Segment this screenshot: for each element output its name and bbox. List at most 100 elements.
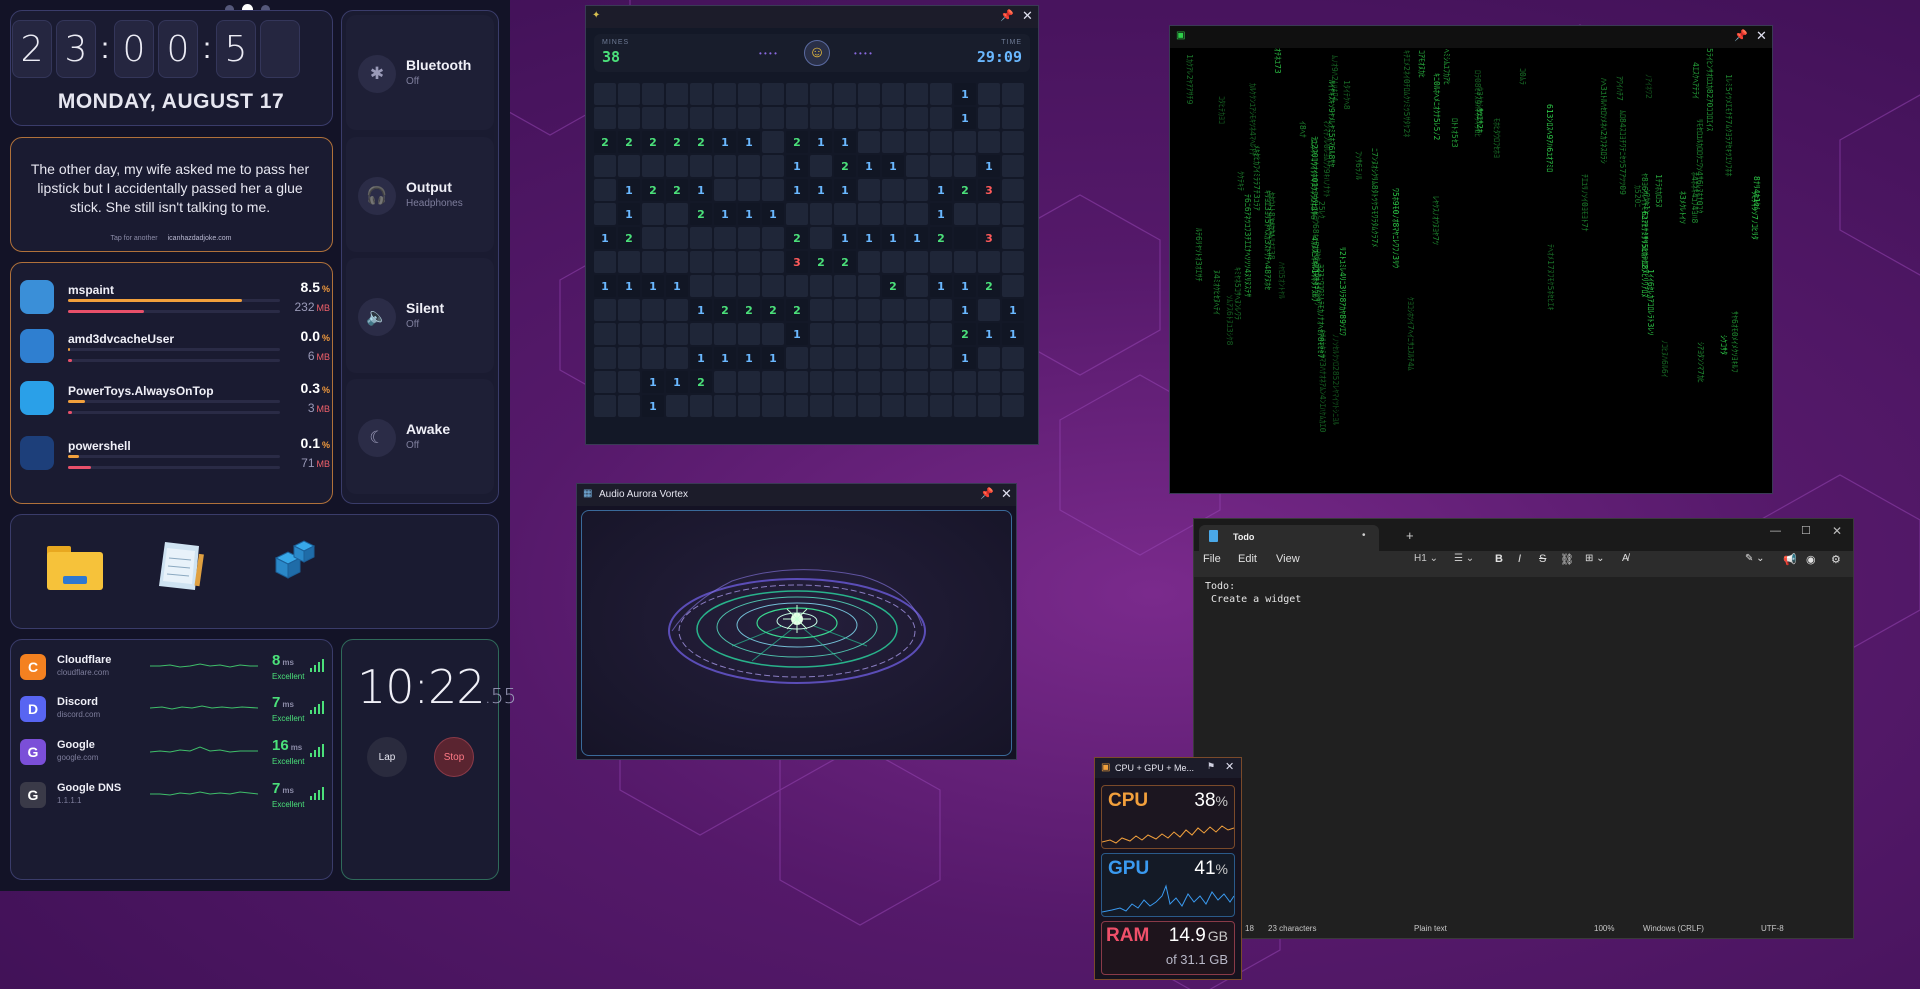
mine-cell[interactable] xyxy=(714,155,736,177)
mine-cell[interactable]: 1 xyxy=(930,275,952,297)
mine-cell[interactable] xyxy=(786,395,808,417)
mine-cell[interactable]: 1 xyxy=(954,299,976,321)
mine-cell[interactable]: 1 xyxy=(834,227,856,249)
bold-icon[interactable]: B xyxy=(1495,553,1503,565)
mine-cell[interactable] xyxy=(762,227,784,249)
mine-cell[interactable]: 1 xyxy=(690,299,712,321)
mine-cell[interactable] xyxy=(714,107,736,129)
mine-cell[interactable]: 1 xyxy=(642,275,664,297)
mine-cell[interactable] xyxy=(642,251,664,273)
mine-cell[interactable]: 2 xyxy=(834,155,856,177)
stop-button[interactable]: Stop xyxy=(434,737,474,777)
mine-cell[interactable]: 1 xyxy=(978,155,1000,177)
mine-cell[interactable] xyxy=(714,83,736,105)
mine-cell[interactable] xyxy=(1002,107,1024,129)
mine-cell[interactable] xyxy=(810,323,832,345)
mine-cell[interactable]: 1 xyxy=(738,131,760,153)
mine-cell[interactable] xyxy=(978,251,1000,273)
new-tab-button[interactable]: + xyxy=(1406,528,1414,543)
joke-footer[interactable]: Tap for another icanhazdadjoke.com xyxy=(10,235,332,242)
strikethrough-icon[interactable]: S xyxy=(1539,553,1546,565)
minimize-button[interactable]: — xyxy=(1770,525,1781,537)
mine-cell[interactable] xyxy=(618,395,640,417)
mine-cell[interactable]: 2 xyxy=(978,275,1000,297)
mine-cell[interactable] xyxy=(762,251,784,273)
tab-todo[interactable]: Todo • xyxy=(1199,525,1379,551)
mine-cell[interactable] xyxy=(930,299,952,321)
mine-cell[interactable] xyxy=(882,347,904,369)
mine-cell[interactable] xyxy=(810,83,832,105)
mine-cell[interactable] xyxy=(858,371,880,393)
mine-cell[interactable] xyxy=(978,83,1000,105)
mine-cell[interactable] xyxy=(930,347,952,369)
mine-cell[interactable] xyxy=(618,107,640,129)
pin-icon[interactable]: ⚑ xyxy=(1207,761,1215,772)
mine-cell[interactable] xyxy=(906,107,928,129)
mine-cell[interactable] xyxy=(1002,227,1024,249)
mine-cell[interactable] xyxy=(810,107,832,129)
mine-cell[interactable] xyxy=(906,251,928,273)
pin-icon[interactable]: 📌 xyxy=(1734,29,1748,42)
mine-cell[interactable] xyxy=(594,179,616,201)
mine-cell[interactable] xyxy=(618,323,640,345)
mine-cell[interactable]: 1 xyxy=(954,347,976,369)
mine-cell[interactable] xyxy=(642,323,664,345)
account-icon[interactable]: ◉ xyxy=(1806,553,1816,566)
mine-cell[interactable]: 1 xyxy=(714,131,736,153)
close-icon[interactable]: ✕ xyxy=(1756,28,1767,44)
mine-cell[interactable]: 1 xyxy=(618,203,640,225)
mine-cell[interactable] xyxy=(642,203,664,225)
mine-cell[interactable] xyxy=(738,227,760,249)
maximize-button[interactable]: ☐ xyxy=(1801,524,1811,537)
mine-cell[interactable] xyxy=(1002,131,1024,153)
mine-cell[interactable] xyxy=(954,131,976,153)
ping-row[interactable]: G Google DNS 1.1.1.1 7 ms Excellent xyxy=(20,778,330,818)
share-icon[interactable]: 📢 xyxy=(1783,553,1797,566)
mine-cell[interactable] xyxy=(930,131,952,153)
mine-cell[interactable]: 2 xyxy=(930,227,952,249)
mine-cell[interactable]: 1 xyxy=(930,203,952,225)
mine-cell[interactable] xyxy=(594,299,616,321)
mine-cell[interactable] xyxy=(834,203,856,225)
mine-cell[interactable] xyxy=(954,371,976,393)
mine-cell[interactable] xyxy=(738,179,760,201)
process-row[interactable]: amd3dvcacheUser 0.0% 6 MB xyxy=(20,325,330,369)
mine-cell[interactable]: 3 xyxy=(978,227,1000,249)
mine-cell[interactable] xyxy=(882,83,904,105)
mine-cell[interactable] xyxy=(1002,83,1024,105)
titlebar[interactable]: ✦ 📌 ✕ xyxy=(586,6,1038,28)
mine-cell[interactable]: 2 xyxy=(786,299,808,321)
mine-cell[interactable] xyxy=(882,203,904,225)
lap-button[interactable]: Lap xyxy=(367,737,407,777)
mine-cell[interactable] xyxy=(954,251,976,273)
mine-cell[interactable]: 2 xyxy=(642,179,664,201)
mine-cell[interactable]: 2 xyxy=(618,131,640,153)
mine-cell[interactable] xyxy=(738,395,760,417)
mine-cell[interactable] xyxy=(834,323,856,345)
mine-cell[interactable] xyxy=(762,371,784,393)
mine-cell[interactable] xyxy=(906,155,928,177)
mine-cell[interactable]: 2 xyxy=(738,299,760,321)
mine-cell[interactable] xyxy=(762,83,784,105)
mine-cell[interactable] xyxy=(690,251,712,273)
mine-cell[interactable] xyxy=(906,131,928,153)
mine-cell[interactable]: 1 xyxy=(762,203,784,225)
mine-cell[interactable] xyxy=(810,371,832,393)
mine-cell[interactable] xyxy=(930,107,952,129)
mine-cell[interactable] xyxy=(858,347,880,369)
mine-cell[interactable] xyxy=(714,323,736,345)
ping-row[interactable]: C Cloudflare cloudflare.com 8 ms Excellen… xyxy=(20,650,330,690)
mine-cell[interactable] xyxy=(666,251,688,273)
mine-cell[interactable] xyxy=(1002,155,1024,177)
mine-cell[interactable] xyxy=(714,179,736,201)
mine-cell[interactable] xyxy=(906,275,928,297)
mine-cell[interactable] xyxy=(762,155,784,177)
mine-cell[interactable] xyxy=(714,371,736,393)
mine-cell[interactable] xyxy=(594,155,616,177)
mine-cell[interactable]: 2 xyxy=(594,131,616,153)
mine-cell[interactable] xyxy=(810,275,832,297)
mine-cell[interactable] xyxy=(642,299,664,321)
mine-cell[interactable]: 2 xyxy=(690,131,712,153)
mine-cell[interactable]: 1 xyxy=(594,275,616,297)
mine-cell[interactable]: 1 xyxy=(786,155,808,177)
